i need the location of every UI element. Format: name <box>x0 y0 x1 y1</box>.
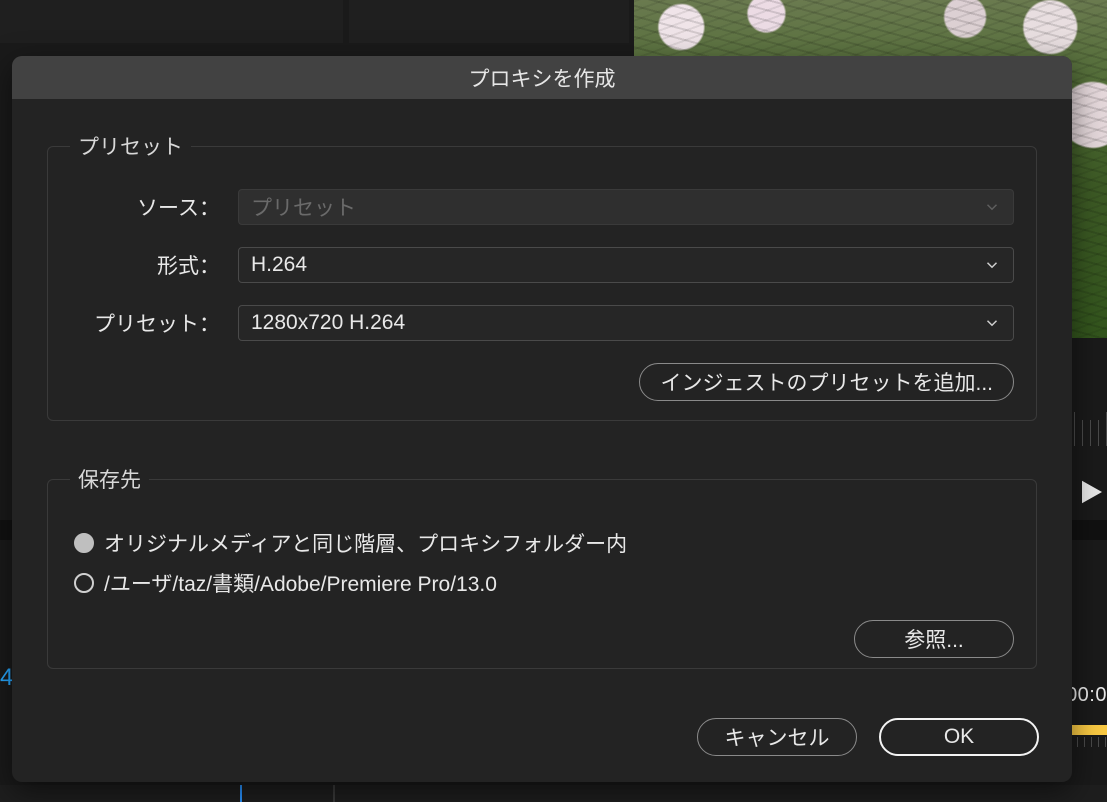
preset-label: プリセット： <box>70 308 220 338</box>
chevron-down-icon <box>983 256 1001 274</box>
radio-icon[interactable] <box>74 573 94 593</box>
preset-group: プリセット ソース： プリセット 形式： H.264 プリセット： 128 <box>47 131 1037 421</box>
source-select-value: プリセット <box>251 192 356 222</box>
preset-select-value: 1280x720 H.264 <box>251 311 405 335</box>
format-label: 形式： <box>70 250 220 280</box>
play-icon[interactable] <box>1077 477 1107 507</box>
create-proxy-dialog: プロキシを作成 プリセット ソース： プリセット 形式： H.264 プリセット… <box>12 56 1072 782</box>
destination-group: 保存先 オリジナルメディアと同じ階層、プロキシフォルダー内 /ユーザ/taz/書… <box>47 464 1037 669</box>
timeline-ruler <box>1068 715 1107 755</box>
preset-select[interactable]: 1280x720 H.264 <box>238 305 1014 341</box>
divider <box>333 785 335 802</box>
add-ingest-preset-button[interactable]: インジェストのプリセットを追加... <box>639 363 1014 401</box>
browse-button[interactable]: 参照... <box>854 620 1014 658</box>
source-select: プリセット <box>238 189 1014 225</box>
preset-group-legend: プリセット <box>70 131 191 161</box>
bg-panel-left <box>0 0 343 43</box>
timeline-track[interactable] <box>0 785 1107 802</box>
destination-option-same-label: オリジナルメディアと同じ階層、プロキシフォルダー内 <box>104 528 627 558</box>
dialog-footer: キャンセル OK <box>697 718 1039 756</box>
row-format: 形式： H.264 <box>70 247 1014 283</box>
source-label: ソース： <box>70 192 220 222</box>
destination-group-legend: 保存先 <box>70 464 149 494</box>
dialog-title: プロキシを作成 <box>12 56 1072 99</box>
radio-icon[interactable] <box>74 533 94 553</box>
row-source: ソース： プリセット <box>70 189 1014 225</box>
monitor-ruler <box>1072 390 1107 448</box>
destination-option-path-label: /ユーザ/taz/書類/Adobe/Premiere Pro/13.0 <box>104 568 497 598</box>
playhead[interactable] <box>240 785 242 802</box>
format-select-value: H.264 <box>251 253 307 277</box>
cancel-button[interactable]: キャンセル <box>697 718 857 756</box>
chevron-down-icon <box>983 314 1001 332</box>
destination-option-same[interactable]: オリジナルメディアと同じ階層、プロキシフォルダー内 <box>70 528 1014 558</box>
row-preset: プリセット： 1280x720 H.264 <box>70 305 1014 341</box>
bg-panel-mid <box>349 0 629 43</box>
bg-timecode: 00:0 <box>1066 684 1107 707</box>
chevron-down-icon <box>983 198 1001 216</box>
format-select[interactable]: H.264 <box>238 247 1014 283</box>
ok-button[interactable]: OK <box>879 718 1039 756</box>
destination-option-path[interactable]: /ユーザ/taz/書類/Adobe/Premiere Pro/13.0 <box>70 568 1014 598</box>
